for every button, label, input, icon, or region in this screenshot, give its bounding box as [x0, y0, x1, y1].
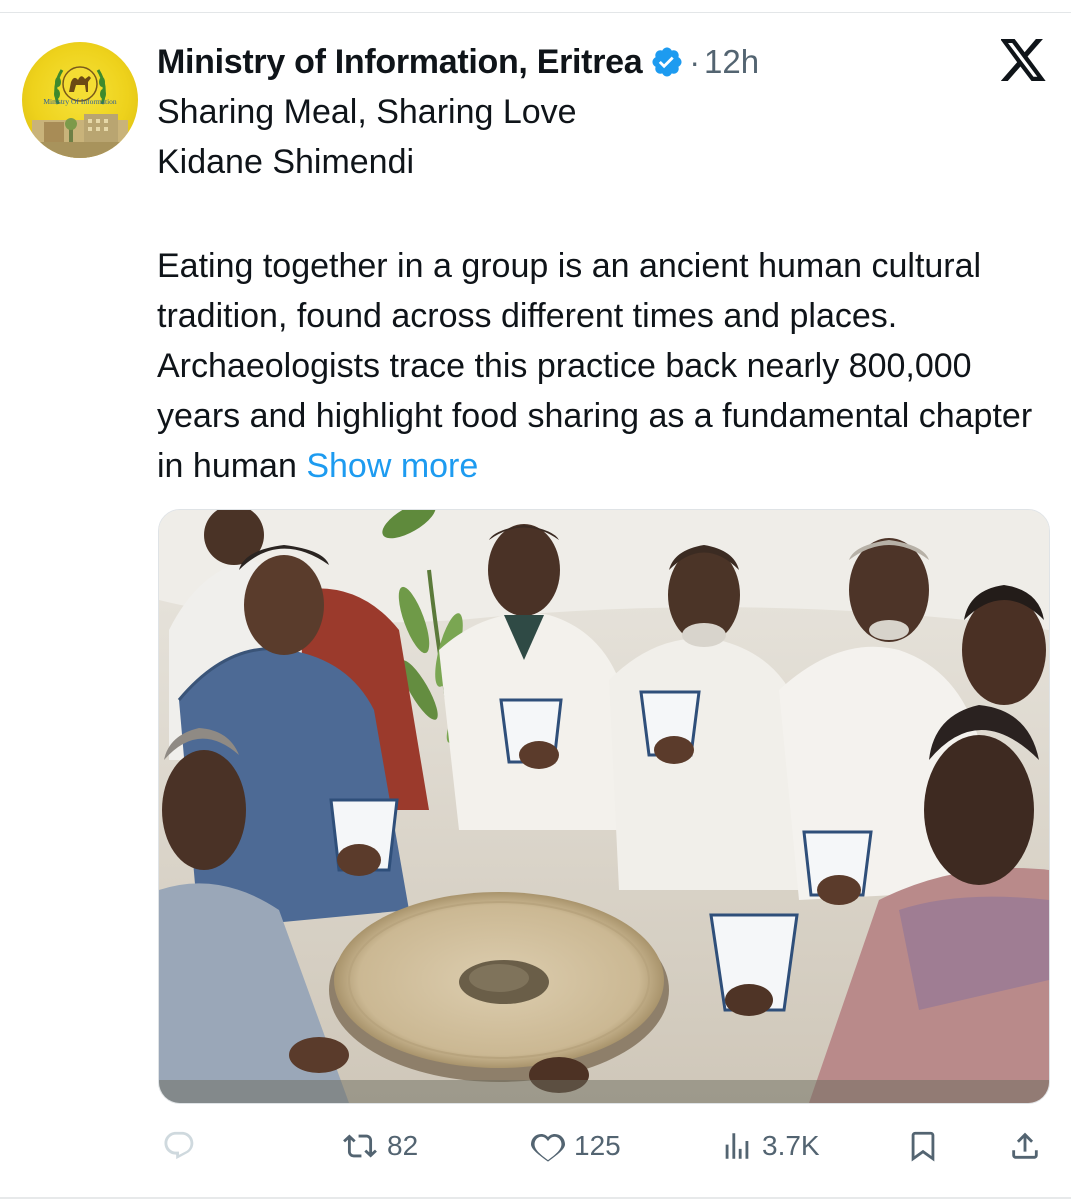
- post-photo[interactable]: [158, 509, 1050, 1104]
- share-icon: [1008, 1129, 1042, 1163]
- tweet-screen: Ministry Of Information Ministry of Info…: [0, 0, 1071, 1200]
- views-icon: [720, 1129, 754, 1163]
- post-header: Ministry of Information, Eritrea · 12h: [157, 40, 759, 84]
- views-count: 3.7K: [762, 1130, 820, 1161]
- share-button[interactable]: [1008, 1118, 1042, 1174]
- post-body: Eating together in a group is an ancient…: [157, 241, 1057, 491]
- reply-button[interactable]: [162, 1118, 196, 1174]
- post-timestamp[interactable]: 12h: [704, 43, 759, 81]
- author-avatar[interactable]: Ministry Of Information: [22, 42, 138, 158]
- avatar-label: Ministry Of Information: [43, 97, 117, 106]
- bottom-divider: [0, 1197, 1071, 1199]
- show-more-link[interactable]: Show more: [306, 447, 478, 485]
- post-byline: Kidane Shimendi: [157, 143, 415, 181]
- bookmark-button[interactable]: [906, 1118, 940, 1174]
- repost-count: 82: [387, 1130, 419, 1161]
- repost-icon: [341, 1129, 379, 1163]
- verified-badge-icon: [650, 45, 684, 79]
- action-bar: 82 125 3.7K: [0, 1118, 1071, 1174]
- x-logo-icon: [1000, 39, 1047, 81]
- bookmark-icon: [906, 1129, 940, 1163]
- post-subtitle: Sharing Meal, Sharing Love: [157, 93, 577, 131]
- reply-icon: [162, 1129, 196, 1163]
- header-separator: ·: [689, 43, 700, 80]
- top-divider: [0, 12, 1071, 13]
- like-count: 125: [574, 1130, 621, 1161]
- repost-button[interactable]: 82: [341, 1118, 418, 1174]
- post-body-text: Eating together in a group is an ancient…: [157, 247, 1033, 485]
- views-button[interactable]: 3.7K: [720, 1118, 820, 1174]
- author-name[interactable]: Ministry of Information, Eritrea: [157, 43, 643, 82]
- heart-icon: [530, 1129, 566, 1163]
- like-button[interactable]: 125: [530, 1118, 621, 1174]
